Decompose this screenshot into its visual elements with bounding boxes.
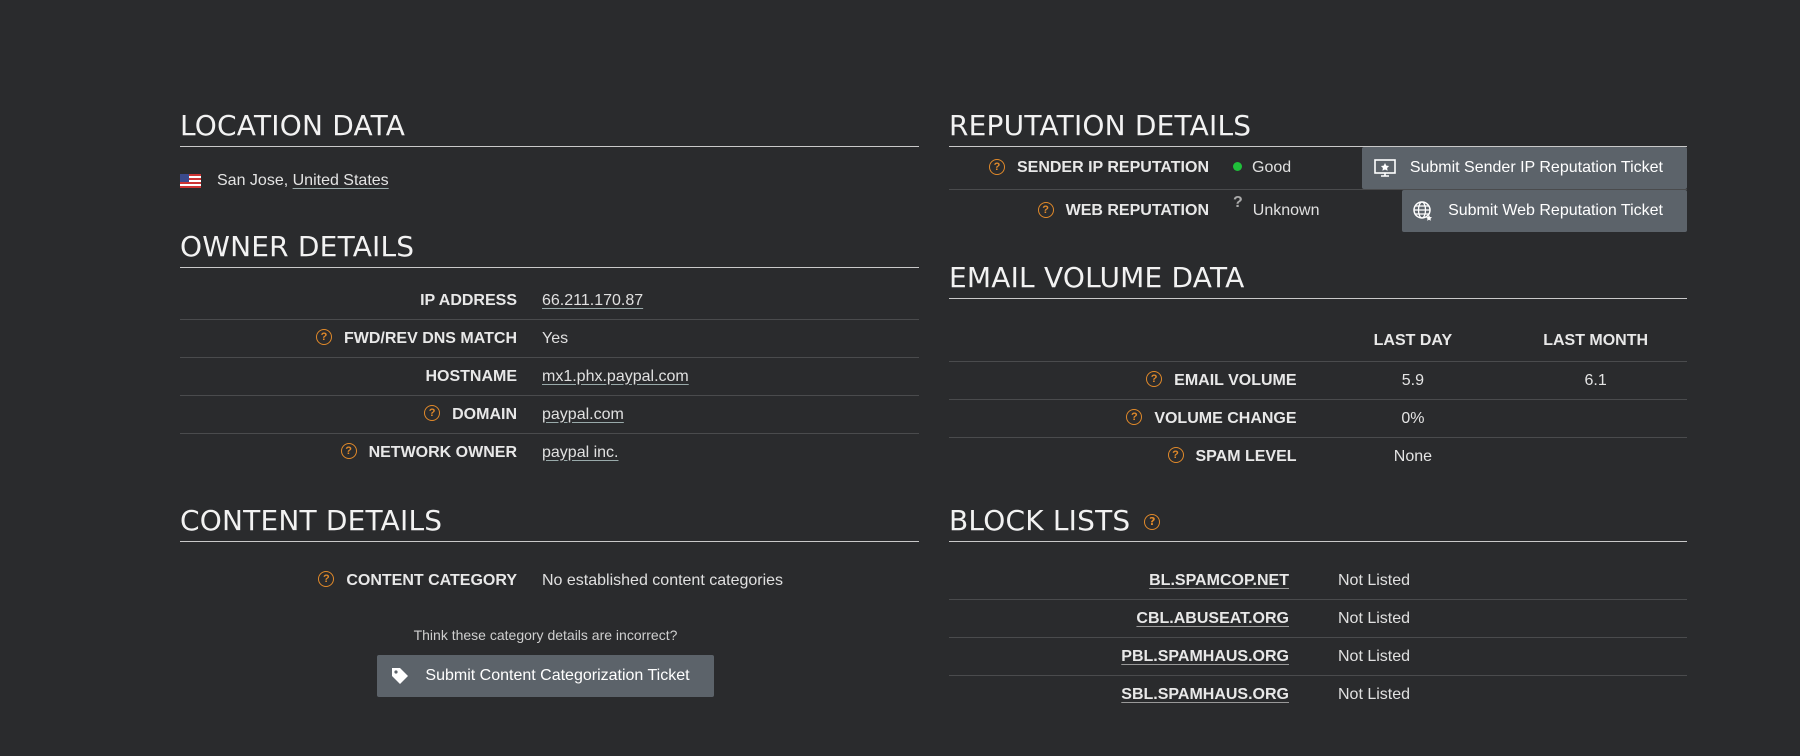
blocklist-status: Not Listed xyxy=(1338,685,1411,703)
table-row: ? SPAM LEVEL None xyxy=(949,438,1687,476)
help-icon[interactable]: ? xyxy=(315,329,332,346)
location-country-link[interactable]: United States xyxy=(293,172,389,190)
right-column: REPUTATION DETAILS ? SENDER IP REPUTATION… xyxy=(949,108,1687,739)
blocklist-status: Not Listed xyxy=(1314,637,1687,676)
email-volume-label: ? EMAIL VOLUME xyxy=(949,361,1322,400)
table-row: ? WEB REPUTATION ? Unknown Submit Web Repu… xyxy=(949,190,1687,233)
email-volume-title: EMAIL VOLUME DATA xyxy=(949,260,1687,299)
unknown-icon: ? xyxy=(1233,194,1243,211)
table-row: ? SENDER IP REPUTATION Good Submit Sender… xyxy=(949,147,1687,190)
blocklist-name-link[interactable]: SBL.SPAMHAUS.ORG xyxy=(949,676,1314,714)
monitor-star-icon xyxy=(1374,157,1396,179)
dns-match-value: Yes xyxy=(542,319,919,358)
status-good-icon xyxy=(1233,162,1242,172)
content-title: CONTENT DETAILS xyxy=(180,503,919,542)
location-row: San Jose, United States xyxy=(180,163,919,199)
submit-sender-ip-reputation-button[interactable]: Submit Sender IP Reputation Ticket xyxy=(1361,147,1687,189)
blocklist-name-link[interactable]: CBL.ABUSEAT.ORG xyxy=(949,599,1314,638)
domain-label: ? DOMAIN xyxy=(180,395,542,434)
table-row: HOSTNAME mx1.phx.paypal.com xyxy=(180,357,919,396)
content-section: CONTENT DETAILS ? CONTENT CATEGORY No est… xyxy=(180,503,919,697)
content-table: ? CONTENT CATEGORY No established content… xyxy=(180,562,919,599)
blocklist-status: Not Listed xyxy=(1314,599,1687,638)
volume-change-month xyxy=(1504,399,1687,438)
us-flag-icon xyxy=(180,174,201,188)
hostname-label: HOSTNAME xyxy=(180,357,542,396)
help-icon[interactable]: ? xyxy=(1037,201,1054,218)
col-last-day: LAST DAY xyxy=(1321,321,1505,362)
web-reputation-label: ? WEB REPUTATION xyxy=(949,190,1233,233)
web-reputation-value: ? Unknown xyxy=(1233,194,1320,219)
blocklist-name-link[interactable]: BL.SPAMCOP.NET xyxy=(949,562,1314,600)
help-icon[interactable]: ? xyxy=(1126,409,1143,426)
dns-match-label: ? FWD/REV DNS MATCH xyxy=(180,319,542,358)
location-title: LOCATION DATA xyxy=(180,108,919,147)
hostname-value[interactable]: mx1.phx.paypal.com xyxy=(542,357,919,396)
table-row: CBL.ABUSEAT.ORG Not Listed xyxy=(949,599,1687,638)
block-lists-table: BL.SPAMCOP.NET Not Listed CBL.ABUSEAT.OR… xyxy=(949,562,1687,713)
globe-icon xyxy=(1412,200,1434,222)
content-category-label: ? CONTENT CATEGORY xyxy=(180,562,542,599)
reputation-title: REPUTATION DETAILS xyxy=(949,108,1687,147)
table-row: ? EMAIL VOLUME 5.9 6.1 xyxy=(949,361,1687,400)
spam-level-label: ? SPAM LEVEL xyxy=(949,438,1322,476)
sender-ip-reputation-value: Good xyxy=(1233,147,1329,190)
submit-web-reputation-button[interactable]: Submit Web Reputation Ticket xyxy=(1402,190,1687,232)
table-row: ? CONTENT CATEGORY No established content… xyxy=(180,562,919,599)
email-volume-month: 6.1 xyxy=(1504,361,1687,400)
table-row: BL.SPAMCOP.NET Not Listed xyxy=(949,562,1687,600)
block-lists-title: BLOCK LISTS? xyxy=(949,503,1687,542)
blocklist-status: Not Listed xyxy=(1314,562,1687,600)
owner-section: OWNER DETAILS IP ADDRESS 66.211.170.87 ?… xyxy=(180,229,919,471)
blocklist-name-link[interactable]: PBL.SPAMHAUS.ORG xyxy=(949,637,1314,676)
submit-content-categorization-button[interactable]: Submit Content Categorization Ticket xyxy=(377,655,714,697)
network-owner-label: ? NETWORK OWNER xyxy=(180,434,542,472)
spam-level-month xyxy=(1504,438,1687,476)
help-icon[interactable]: ? xyxy=(340,443,357,460)
spam-level-day: None xyxy=(1393,447,1433,465)
email-volume-day: 5.9 xyxy=(1321,361,1505,400)
category-note: Think these category details are incorre… xyxy=(413,627,678,643)
reputation-section: REPUTATION DETAILS ? SENDER IP REPUTATION… xyxy=(949,108,1687,232)
table-row: PBL.SPAMHAUS.ORG Not Listed xyxy=(949,637,1687,676)
col-last-month: LAST MONTH xyxy=(1504,321,1687,362)
network-owner-value[interactable]: paypal inc. xyxy=(542,434,919,472)
table-row: ? FWD/REV DNS MATCH Yes xyxy=(180,319,919,358)
table-row: SBL.SPAMHAUS.ORG Not Listed xyxy=(949,676,1687,714)
location-city: San Jose, xyxy=(217,172,289,189)
help-icon[interactable]: ? xyxy=(1167,447,1184,464)
sender-ip-reputation-label: ? SENDER IP REPUTATION xyxy=(949,147,1233,190)
owner-table: IP ADDRESS 66.211.170.87 ? FWD/REV DNS MA… xyxy=(180,282,919,471)
help-icon[interactable]: ? xyxy=(424,405,441,422)
help-icon[interactable]: ? xyxy=(318,571,335,588)
table-row: ? VOLUME CHANGE 0% xyxy=(949,399,1687,438)
left-column: LOCATION DATA San Jose, United States OW… xyxy=(180,108,919,723)
email-volume-section: EMAIL VOLUME DATA LAST DAY LAST MONTH ? E… xyxy=(949,260,1687,475)
volume-change-label: ? VOLUME CHANGE xyxy=(949,399,1322,438)
help-icon[interactable]: ? xyxy=(988,158,1005,175)
ip-address-label: IP ADDRESS xyxy=(180,282,542,320)
location-section: LOCATION DATA San Jose, United States xyxy=(180,108,919,199)
volume-change-day: 0% xyxy=(1321,399,1505,438)
content-category-value: No established content categories xyxy=(542,571,784,589)
table-row: ? DOMAIN paypal.com xyxy=(180,395,919,434)
help-icon[interactable]: ? xyxy=(1144,514,1161,530)
block-lists-section: BLOCK LISTS? BL.SPAMCOP.NET Not Listed C… xyxy=(949,503,1687,713)
table-row: IP ADDRESS 66.211.170.87 xyxy=(180,282,919,320)
tag-icon xyxy=(389,665,411,687)
reputation-table: ? SENDER IP REPUTATION Good Submit Sender… xyxy=(949,147,1687,232)
table-row: ? NETWORK OWNER paypal inc. xyxy=(180,434,919,472)
table-header-row: LAST DAY LAST MONTH xyxy=(949,321,1687,362)
domain-value[interactable]: paypal.com xyxy=(542,395,919,434)
help-icon[interactable]: ? xyxy=(1146,371,1163,388)
email-volume-table: LAST DAY LAST MONTH ? EMAIL VOLUME 5.9 6.… xyxy=(949,321,1687,475)
owner-title: OWNER DETAILS xyxy=(180,229,919,268)
ip-address-value[interactable]: 66.211.170.87 xyxy=(542,282,919,320)
